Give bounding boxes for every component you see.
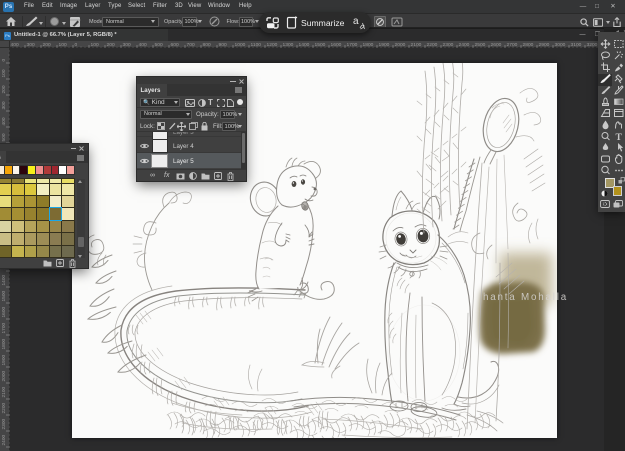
svg-text:2400: 2400 [459,42,470,48]
svg-text:3200: 3200 [587,42,598,48]
svg-text:0: 0 [1,59,7,62]
svg-text:100: 100 [1,69,7,77]
svg-text:1700: 1700 [347,42,358,48]
svg-text:100: 100 [91,42,99,48]
svg-text:200: 200 [107,42,115,48]
svg-text:2400: 2400 [1,434,7,445]
svg-text:1800: 1800 [1,338,7,349]
svg-text:100: 100 [59,42,67,48]
svg-text:300: 300 [27,42,35,48]
svg-text:400: 400 [11,42,19,48]
svg-text:2000: 2000 [1,370,7,381]
svg-text:1100: 1100 [251,42,262,48]
svg-text:1000: 1000 [235,42,246,48]
svg-text:2700: 2700 [507,42,518,48]
svg-text:2200: 2200 [427,42,438,48]
svg-text:800: 800 [203,42,211,48]
svg-text:200: 200 [1,85,7,93]
svg-text:900: 900 [219,42,227,48]
svg-text:2200: 2200 [1,402,7,413]
svg-text:1400: 1400 [1,274,7,285]
svg-text:1500: 1500 [1,290,7,301]
svg-text:300: 300 [1,101,7,109]
svg-text:2300: 2300 [443,42,454,48]
svg-text:400: 400 [1,117,7,125]
svg-text:400: 400 [139,42,147,48]
svg-text:1900: 1900 [1,354,7,365]
svg-text:2900: 2900 [539,42,550,48]
svg-text:500: 500 [155,42,163,48]
svg-text:2100: 2100 [411,42,422,48]
svg-text:1200: 1200 [267,42,278,48]
svg-text:300: 300 [123,42,131,48]
svg-text:2500: 2500 [475,42,486,48]
svg-text:1300: 1300 [283,42,294,48]
svg-text:2100: 2100 [1,386,7,397]
svg-text:1900: 1900 [379,42,390,48]
svg-text:1800: 1800 [363,42,374,48]
svg-text:3000: 3000 [555,42,566,48]
svg-text:600: 600 [171,42,179,48]
svg-text:2000: 2000 [395,42,406,48]
svg-text:3100: 3100 [571,42,582,48]
svg-text:500: 500 [1,133,7,141]
svg-text:200: 200 [43,42,51,48]
svg-text:2300: 2300 [1,418,7,429]
svg-text:1400: 1400 [299,42,310,48]
svg-text:1700: 1700 [1,322,7,333]
svg-text:700: 700 [187,42,195,48]
svg-text:1600: 1600 [331,42,342,48]
svg-text:1500: 1500 [315,42,326,48]
svg-text:1600: 1600 [1,306,7,317]
svg-text:2600: 2600 [491,42,502,48]
svg-text:T: T [616,133,623,143]
svg-text:2800: 2800 [523,42,534,48]
